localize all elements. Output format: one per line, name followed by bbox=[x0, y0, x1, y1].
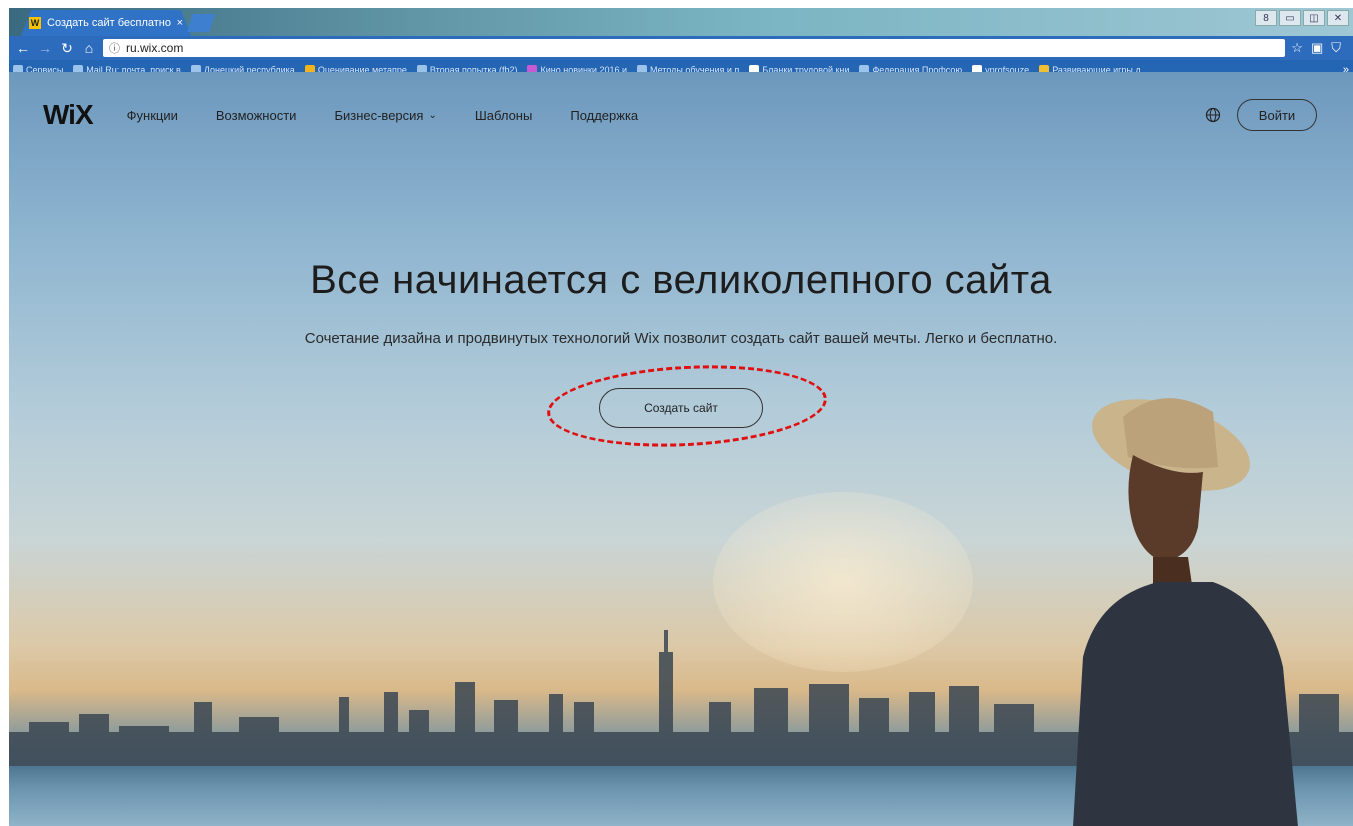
extension-icon[interactable]: ▣ bbox=[1311, 40, 1323, 56]
chevron-down-icon: ⌄ bbox=[428, 109, 437, 121]
reload-icon[interactable]: ↻ bbox=[59, 40, 75, 57]
address-text: ru.wix.com bbox=[126, 41, 184, 55]
nav-business-label: Бизнес-версия bbox=[334, 107, 424, 123]
login-button[interactable]: Войти bbox=[1237, 99, 1317, 131]
info-icon[interactable]: ⓘ bbox=[109, 40, 120, 56]
bookmark-star-icon[interactable]: ☆ bbox=[1291, 40, 1303, 56]
create-site-button[interactable]: Создать сайт bbox=[599, 388, 763, 428]
wix-favicon-icon: W bbox=[29, 17, 41, 29]
home-icon[interactable]: ⌂ bbox=[81, 40, 97, 56]
nav-features[interactable]: Функции bbox=[127, 108, 178, 123]
shield-icon[interactable]: ⛉ bbox=[1331, 40, 1341, 56]
hero-subtitle: Сочетание дизайна и продвинутых технолог… bbox=[304, 330, 1058, 347]
tab-title: Создать сайт бесплатно bbox=[47, 17, 171, 29]
tab-strip: W Создать сайт бесплатно × 8 ▭ ◫ ✕ bbox=[9, 8, 1353, 36]
nav-capabilities[interactable]: Возможности bbox=[216, 108, 297, 123]
nav-templates[interactable]: Шаблоны bbox=[475, 108, 533, 123]
hero-title: Все начинается с великолепного сайта bbox=[310, 258, 1052, 302]
globe-icon[interactable] bbox=[1205, 107, 1221, 123]
maximize-icon[interactable]: ◫ bbox=[1303, 10, 1325, 26]
back-icon[interactable]: ← bbox=[15, 40, 31, 56]
wix-logo[interactable]: WiX bbox=[43, 99, 94, 131]
address-bar[interactable]: ⓘ ru.wix.com bbox=[103, 39, 1286, 57]
forward-icon[interactable]: → bbox=[37, 40, 53, 56]
browser-toolbar: ← → ↻ ⌂ ⓘ ru.wix.com ☆ ▣ ⛉ bbox=[9, 36, 1353, 60]
window-controls: 8 ▭ ◫ ✕ bbox=[1255, 10, 1349, 26]
user-icon[interactable]: 8 bbox=[1255, 10, 1277, 26]
minimize-icon[interactable]: ▭ bbox=[1279, 10, 1301, 26]
close-window-icon[interactable]: ✕ bbox=[1327, 10, 1349, 26]
nav-support[interactable]: Поддержка bbox=[570, 108, 638, 123]
new-tab-button[interactable] bbox=[187, 14, 215, 32]
site-header: WiX Функции Возможности Бизнес-версия ⌄ … bbox=[9, 72, 1353, 158]
tab-close-icon[interactable]: × bbox=[177, 17, 183, 29]
browser-tab[interactable]: W Создать сайт бесплатно × bbox=[21, 10, 191, 36]
man-in-hat-image bbox=[1073, 398, 1298, 826]
main-menu: Функции Возможности Бизнес-версия ⌄ Шабл… bbox=[127, 108, 639, 123]
nav-business[interactable]: Бизнес-версия ⌄ bbox=[334, 108, 436, 123]
wix-page: WiX Функции Возможности Бизнес-версия ⌄ … bbox=[9, 72, 1353, 826]
